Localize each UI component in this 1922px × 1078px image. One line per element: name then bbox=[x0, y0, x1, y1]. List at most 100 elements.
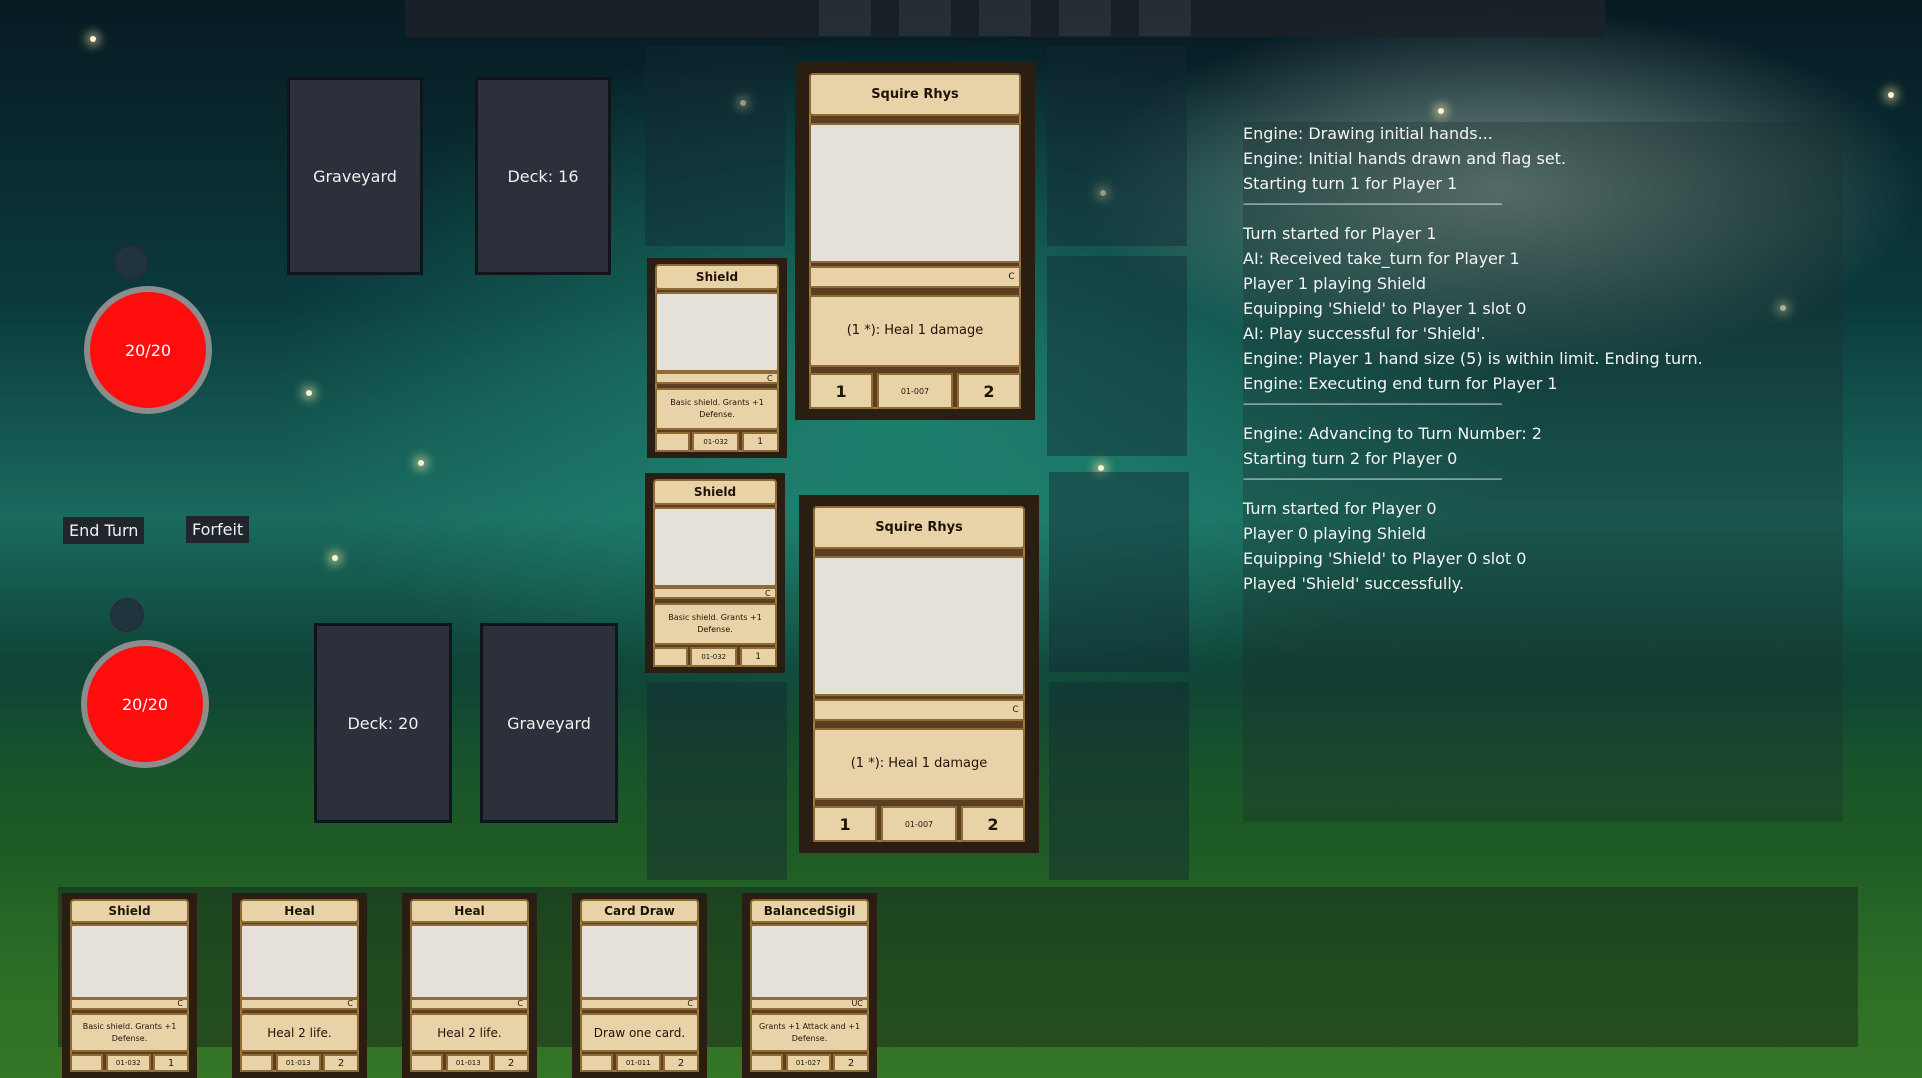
card-cost: 2 bbox=[663, 1053, 699, 1073]
log-line: Engine: Initial hands drawn and flag set… bbox=[1243, 149, 1567, 168]
card-text: Basic shield. Grants +1 Defense. bbox=[655, 388, 779, 430]
card-footer: 01-013 2 bbox=[410, 1053, 529, 1073]
pile-label: Deck: 20 bbox=[347, 713, 419, 733]
forfeit-button[interactable]: Forfeit bbox=[186, 516, 250, 543]
hand-card[interactable]: BalancedSigil UC Grants +1 Attack and +1… bbox=[742, 893, 877, 1078]
pile-label: Deck: 16 bbox=[507, 166, 579, 186]
card-footer: 01-032 1 bbox=[655, 432, 779, 452]
log-divider: ----------------------------------------… bbox=[1243, 397, 1502, 410]
card-defense: 2 bbox=[957, 373, 1021, 410]
p0-life-value: 20/20 bbox=[121, 694, 169, 714]
mana-orb-icon bbox=[110, 598, 144, 632]
card-text: Basic shield. Grants +1 Defense. bbox=[653, 603, 777, 645]
card-cost: 2 bbox=[493, 1053, 529, 1073]
card-rarity: UC bbox=[750, 998, 869, 1010]
card-text: Heal 2 life. bbox=[240, 1013, 359, 1053]
card-art bbox=[70, 924, 189, 999]
log-line: Turn started for Player 1 bbox=[1243, 224, 1437, 243]
card-cost: 2 bbox=[833, 1053, 869, 1073]
p1-creature-card[interactable]: Squire Rhys C (1 *): Heal 1 damage 1 01-… bbox=[795, 62, 1035, 420]
board-slot-empty[interactable] bbox=[645, 46, 785, 246]
log-line: Player 0 playing Shield bbox=[1243, 524, 1427, 543]
card-footer: 01-032 1 bbox=[653, 647, 777, 667]
log-line: AI: Received take_turn for Player 1 bbox=[1243, 249, 1520, 268]
card-art bbox=[813, 555, 1025, 696]
card-art bbox=[655, 292, 779, 372]
card-text: (1 *): Heal 1 damage bbox=[813, 727, 1025, 800]
card-art bbox=[653, 507, 777, 587]
card-title: Heal bbox=[240, 898, 359, 923]
card-code: 01-007 bbox=[876, 373, 953, 410]
card-code: 01-013 bbox=[275, 1053, 321, 1073]
log-divider: ----------------------------------------… bbox=[1243, 197, 1502, 210]
card-cost: 1 bbox=[153, 1053, 189, 1073]
card-rarity: C bbox=[580, 998, 699, 1010]
card-title: Shield bbox=[70, 898, 189, 923]
card-title: Shield bbox=[655, 264, 779, 290]
log-line: Engine: Executing end turn for Player 1 bbox=[1243, 374, 1558, 393]
top-slot bbox=[1139, 0, 1191, 36]
card-text: Grants +1 Attack and +1 Defense. bbox=[750, 1013, 869, 1053]
log-divider: ----------------------------------------… bbox=[1243, 472, 1502, 485]
top-slot bbox=[1059, 0, 1111, 36]
log-line: Engine: Drawing initial hands... bbox=[1243, 124, 1493, 143]
card-defense: 2 bbox=[961, 806, 1025, 843]
card-footer: 1 01-007 2 bbox=[809, 373, 1021, 410]
card-code: 01-013 bbox=[445, 1053, 491, 1073]
card-title: Squire Rhys bbox=[809, 72, 1021, 117]
card-code: 01-032 bbox=[105, 1053, 151, 1073]
top-slot bbox=[819, 0, 871, 36]
hand-card[interactable]: Card Draw C Draw one card. 01-011 2 bbox=[572, 893, 707, 1078]
log-line: Starting turn 1 for Player 1 bbox=[1243, 174, 1458, 193]
card-rarity: C bbox=[70, 998, 189, 1010]
card-title: Card Draw bbox=[580, 898, 699, 923]
card-title: Squire Rhys bbox=[813, 505, 1025, 550]
log-line: Equipping 'Shield' to Player 0 slot 0 bbox=[1243, 549, 1527, 568]
p1-equipment-card[interactable]: Shield C Basic shield. Grants +1 Defense… bbox=[647, 258, 787, 458]
p0-deck-pile[interactable]: Deck: 20 bbox=[314, 623, 452, 823]
card-rarity: C bbox=[655, 372, 779, 384]
card-art bbox=[580, 924, 699, 999]
log-line: Played 'Shield' successfully. bbox=[1243, 574, 1465, 593]
card-rarity: C bbox=[240, 998, 359, 1010]
p0-graveyard-pile[interactable]: Graveyard bbox=[480, 623, 618, 823]
mana-orb-icon bbox=[114, 245, 148, 279]
card-code: 01-027 bbox=[785, 1053, 831, 1073]
card-code: 01-032 bbox=[690, 647, 738, 667]
board-slot-empty[interactable] bbox=[1047, 46, 1187, 246]
top-bar bbox=[405, 0, 1605, 37]
card-title: Shield bbox=[653, 479, 777, 505]
card-text: Basic shield. Grants +1 Defense. bbox=[70, 1013, 189, 1053]
board-slot-empty[interactable] bbox=[1049, 472, 1189, 672]
card-cost: 1 bbox=[741, 432, 779, 452]
card-footer: 1 01-007 2 bbox=[813, 806, 1025, 843]
hand-card[interactable]: Heal C Heal 2 life. 01-013 2 bbox=[402, 893, 537, 1078]
board-slot-empty[interactable] bbox=[1049, 682, 1189, 880]
p1-graveyard-pile[interactable]: Graveyard bbox=[287, 77, 423, 275]
hand-card[interactable]: Shield C Basic shield. Grants +1 Defense… bbox=[62, 893, 197, 1078]
card-title: Heal bbox=[410, 898, 529, 923]
board-slot-empty[interactable] bbox=[647, 682, 787, 880]
p1-life-orb: 20/20 bbox=[90, 292, 206, 408]
card-text: Heal 2 life. bbox=[410, 1013, 529, 1053]
card-code: 01-032 bbox=[692, 432, 740, 452]
hand-card[interactable]: Heal C Heal 2 life. 01-013 2 bbox=[232, 893, 367, 1078]
board-slot-empty[interactable] bbox=[1047, 256, 1187, 456]
card-title: BalancedSigil bbox=[750, 898, 869, 923]
card-footer: 01-013 2 bbox=[240, 1053, 359, 1073]
game-log-panel[interactable]: Engine: Drawing initial hands... Engine:… bbox=[1243, 122, 1843, 822]
p1-deck-pile[interactable]: Deck: 16 bbox=[475, 77, 611, 275]
log-line: Player 1 playing Shield bbox=[1243, 274, 1427, 293]
pile-label: Graveyard bbox=[313, 166, 397, 186]
card-cost: 2 bbox=[323, 1053, 359, 1073]
log-line: Engine: Player 1 hand size (5) is within… bbox=[1243, 349, 1703, 368]
p0-equipment-card[interactable]: Shield C Basic shield. Grants +1 Defense… bbox=[645, 473, 785, 673]
card-footer: 01-011 2 bbox=[580, 1053, 699, 1073]
top-slot bbox=[899, 0, 951, 36]
p0-creature-card[interactable]: Squire Rhys C (1 *): Heal 1 damage 1 01-… bbox=[799, 495, 1039, 853]
card-footer: 01-032 1 bbox=[70, 1053, 189, 1073]
end-turn-button[interactable]: End Turn bbox=[63, 517, 145, 544]
card-attack: 1 bbox=[813, 806, 877, 843]
card-code: 01-011 bbox=[615, 1053, 661, 1073]
card-text: (1 *): Heal 1 damage bbox=[809, 294, 1021, 367]
